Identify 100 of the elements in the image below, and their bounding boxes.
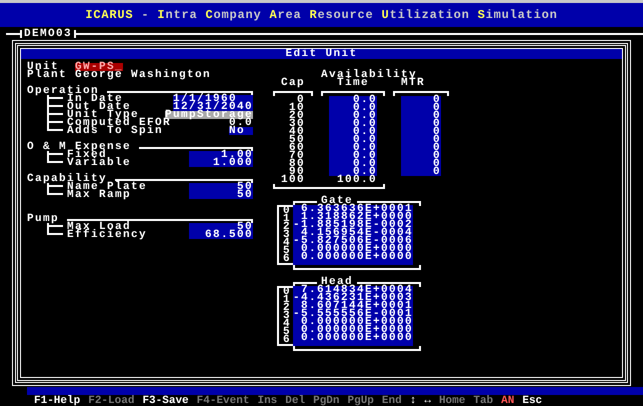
time-field[interactable]: 0.0 <box>329 104 377 112</box>
field-label: Unit Type <box>67 111 140 119</box>
number-field[interactable]: 1.00 <box>189 151 253 159</box>
coefficient-index: 2 <box>283 223 292 231</box>
coefficient-field[interactable]: 0.000000E+0000 <box>293 318 413 326</box>
column-header: Cap <box>280 79 305 87</box>
field-label: Unit <box>27 63 60 71</box>
number-field[interactable]: 50 <box>189 223 253 231</box>
coefficient-index: 1 <box>283 215 292 223</box>
function-key[interactable]: Esc <box>522 396 542 406</box>
coefficient-field[interactable]: 6.363636E+0001 <box>293 205 413 213</box>
time-field[interactable]: 0.0 <box>329 168 377 176</box>
capacity-value: 30 <box>288 120 306 128</box>
coefficient-field[interactable]: -1.885198E-0002 <box>293 221 413 229</box>
column-header: Time <box>336 79 369 87</box>
mtr-field[interactable]: 0 <box>401 104 441 112</box>
document-tab[interactable]: DEMO03 <box>22 30 74 38</box>
coefficient-field[interactable]: -4.436231E+0003 <box>293 294 413 302</box>
date-field[interactable]: 12/31/2040 <box>173 103 253 111</box>
time-field[interactable]: 0.0 <box>329 96 377 104</box>
time-field[interactable]: 0.0 <box>329 128 377 136</box>
coefficient-index: 6 <box>283 336 292 344</box>
dialog-title: Edit Unit <box>285 50 358 58</box>
field-label: Adds To Spin <box>67 127 164 135</box>
coefficient-index: 3 <box>283 312 292 320</box>
coefficient-index: 5 <box>283 328 292 336</box>
coefficient-field[interactable]: 8.607144E+0001 <box>293 302 413 310</box>
curve-title: Head <box>321 278 354 286</box>
section-title: O & M Expense <box>27 143 132 151</box>
header-field[interactable]: George Washington <box>75 71 212 79</box>
coefficient-index: 6 <box>283 255 292 263</box>
column-header: MTR <box>400 79 425 87</box>
coefficient-field[interactable]: 0.000000E+0000 <box>293 253 413 261</box>
coefficient-field[interactable]: 4.156954E-0004 <box>293 229 413 237</box>
coefficient-field[interactable]: 0.000000E+0000 <box>293 245 413 253</box>
function-key[interactable]: F1-Help <box>34 396 80 406</box>
choice-field[interactable]: No <box>229 127 253 135</box>
capacity-value: 10 <box>288 104 306 112</box>
section-title: Operation <box>27 87 100 95</box>
mtr-field[interactable]: 0 <box>401 136 441 144</box>
mtr-field[interactable]: 0 <box>401 112 441 120</box>
number-field[interactable]: 68.500 <box>189 231 253 239</box>
field-label: Efficiency <box>67 231 148 239</box>
capacity-value: 0 <box>296 96 306 104</box>
curve-title: Gate <box>321 197 354 205</box>
mtr-field[interactable]: 0 <box>401 152 441 160</box>
mtr-field[interactable]: 0 <box>401 160 441 168</box>
number-field[interactable]: 50 <box>189 191 253 199</box>
header-field[interactable]: GW-PS_ <box>75 63 124 71</box>
time-field[interactable]: 0.0 <box>329 112 377 120</box>
field-label: Out Date <box>67 103 132 111</box>
capacity-value: 40 <box>288 128 306 136</box>
time-field[interactable]: 0.0 <box>329 160 377 168</box>
function-key[interactable]: ↔ <box>424 396 431 406</box>
coefficient-index: 4 <box>283 239 292 247</box>
capacity-value: 20 <box>288 112 306 120</box>
capacity-value: 90 <box>288 168 306 176</box>
field-label: Computed EFOR <box>67 119 172 127</box>
time-field[interactable]: 0.0 <box>329 136 377 144</box>
coefficient-field[interactable]: -5.827506E-0006 <box>293 237 413 245</box>
computed-value: 0.0 <box>228 119 253 127</box>
mtr-field[interactable]: 0 <box>401 144 441 152</box>
app-title: ICARUS - Intra Company Area Resource U tilization Simulation <box>85 7 558 24</box>
field-label: Name Plate <box>67 183 148 191</box>
section-title: Pump <box>27 215 60 223</box>
number-field[interactable]: 50 <box>189 183 253 191</box>
time-field[interactable]: 0.0 <box>329 144 377 152</box>
capacity-value: 50 <box>288 136 306 144</box>
coefficient-index: 3 <box>283 231 292 239</box>
field-label: Plant <box>27 71 68 79</box>
mtr-field[interactable]: 0 <box>401 96 441 104</box>
section-title: Capability <box>27 175 108 183</box>
function-key[interactable]: F3-Save <box>142 396 189 406</box>
coefficient-index: 5 <box>283 247 292 255</box>
time-total: 100.0 <box>336 176 377 184</box>
field-label: Variable <box>67 159 132 167</box>
mode-indicator: AN <box>501 396 514 406</box>
time-field[interactable]: 0.0 <box>329 120 377 128</box>
coefficient-field[interactable]: 7.614834E+0004 <box>293 286 413 294</box>
date-field[interactable]: 1/1/1960 <box>173 95 253 103</box>
coefficient-field[interactable]: 0.000000E+0000 <box>293 326 413 334</box>
availability-title: Availability <box>321 71 418 79</box>
capacity-total: 100 <box>280 176 305 184</box>
field-label: Max Ramp <box>67 191 132 199</box>
coefficient-field[interactable]: -5.555556E-0001 <box>293 310 413 318</box>
coefficient-field[interactable]: 1.318862E+0000 <box>293 213 413 221</box>
mtr-field[interactable]: 0 <box>401 128 441 136</box>
mtr-field[interactable]: 0 <box>401 168 441 176</box>
field-label: Fixed <box>67 151 108 159</box>
time-field[interactable]: 0.0 <box>329 152 377 160</box>
field-label: In Date <box>67 95 124 103</box>
capacity-value: 60 <box>288 144 306 152</box>
function-key[interactable]: ↕ <box>410 396 416 406</box>
number-field[interactable]: 1.000 <box>189 159 253 167</box>
capacity-value: 80 <box>288 160 306 168</box>
coefficient-index: 2 <box>283 304 292 312</box>
coefficient-index: 4 <box>283 320 292 328</box>
coefficient-index: 1 <box>283 296 292 304</box>
mtr-field[interactable]: 0 <box>401 120 441 128</box>
coefficient-field[interactable]: 0.000000E+0000 <box>293 334 413 342</box>
